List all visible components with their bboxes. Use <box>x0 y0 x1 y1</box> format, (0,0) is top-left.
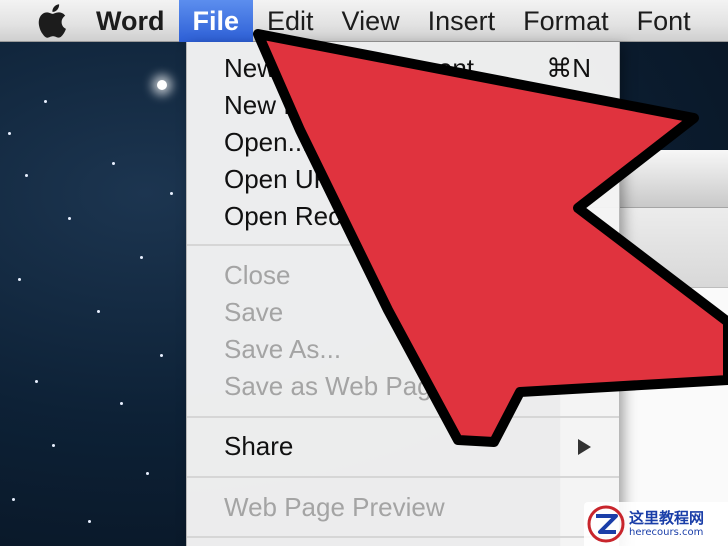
menu-item-label: Save as Web Page... <box>224 371 468 401</box>
menu-item-label: Open Recent <box>224 201 378 231</box>
menu-item-save-as: Save As... ⇧⌘S <box>187 331 619 367</box>
menu-item-save-as-web-page: Save as Web Page... <box>187 368 619 404</box>
menu-item-new-blank-document[interactable]: New Blank Document ⌘N <box>187 50 619 86</box>
menu-item-label: Share <box>224 431 294 461</box>
watermark-url: herecours.com <box>629 527 704 538</box>
menu-separator <box>187 536 619 538</box>
star <box>12 498 15 501</box>
menu-font[interactable]: Font <box>623 0 705 42</box>
star <box>120 402 123 405</box>
menu-item-label: Open URL... <box>224 164 369 194</box>
menu-item-label: New from Template... <box>224 90 470 120</box>
menu-separator <box>187 416 619 418</box>
site-watermark: 这里教程网 herecours.com <box>584 502 728 546</box>
menu-separator <box>187 476 619 478</box>
menu-item-label: Close <box>224 260 291 290</box>
menu-bar: Word File Edit View Insert Format Font <box>0 0 728 42</box>
menu-item-label: Save <box>224 297 284 327</box>
menu-item-shortcut: ⇧⌘S <box>525 334 591 364</box>
star <box>44 100 47 103</box>
menu-item-save: Save ⌘S <box>187 294 619 330</box>
menu-item-label: Save As... <box>224 334 342 364</box>
menu-insert[interactable]: Insert <box>414 0 510 42</box>
file-dropdown-menu: New Blank Document ⌘N New from Template.… <box>186 42 620 546</box>
menu-item-open[interactable]: Open... <box>187 124 619 160</box>
submenu-arrow-icon <box>578 439 591 455</box>
menu-item-close: Close <box>187 257 619 293</box>
menu-edit[interactable]: Edit <box>253 0 328 42</box>
apple-logo-icon[interactable] <box>32 0 72 42</box>
menu-item-shortcut: ⌘N <box>546 53 591 83</box>
menu-item-open-recent[interactable]: Open Recent <box>187 198 619 234</box>
menu-item-open-url[interactable]: Open URL... <box>187 161 619 197</box>
star <box>35 380 38 383</box>
menu-separator <box>187 244 619 246</box>
menu-item-label: Web Page Preview <box>224 492 445 522</box>
star <box>160 354 163 357</box>
bright-star <box>157 80 167 90</box>
menu-item-label: New Blank Document <box>224 53 474 83</box>
menu-item-shortcut: ⌘S <box>547 297 591 327</box>
menu-item-share[interactable]: Share <box>187 428 619 464</box>
menu-item-new-from-template[interactable]: New from Template... <box>187 87 619 123</box>
star <box>68 217 71 220</box>
star <box>140 256 143 259</box>
star <box>97 310 100 313</box>
star <box>52 444 55 447</box>
watermark-logo-icon <box>587 505 625 543</box>
star <box>8 132 11 135</box>
menu-format[interactable]: Format <box>509 0 623 42</box>
menu-item-web-page-preview: Web Page Preview <box>187 489 619 525</box>
star <box>146 472 149 475</box>
menu-word[interactable]: Word <box>90 0 179 42</box>
star <box>25 174 28 177</box>
star <box>170 192 173 195</box>
star <box>112 162 115 165</box>
menu-view[interactable]: View <box>328 0 414 42</box>
menu-item-label: Open... <box>224 127 310 157</box>
watermark-name: 这里教程网 <box>629 509 705 527</box>
menu-file[interactable]: File <box>178 0 254 42</box>
star <box>18 278 21 281</box>
star <box>88 520 91 523</box>
